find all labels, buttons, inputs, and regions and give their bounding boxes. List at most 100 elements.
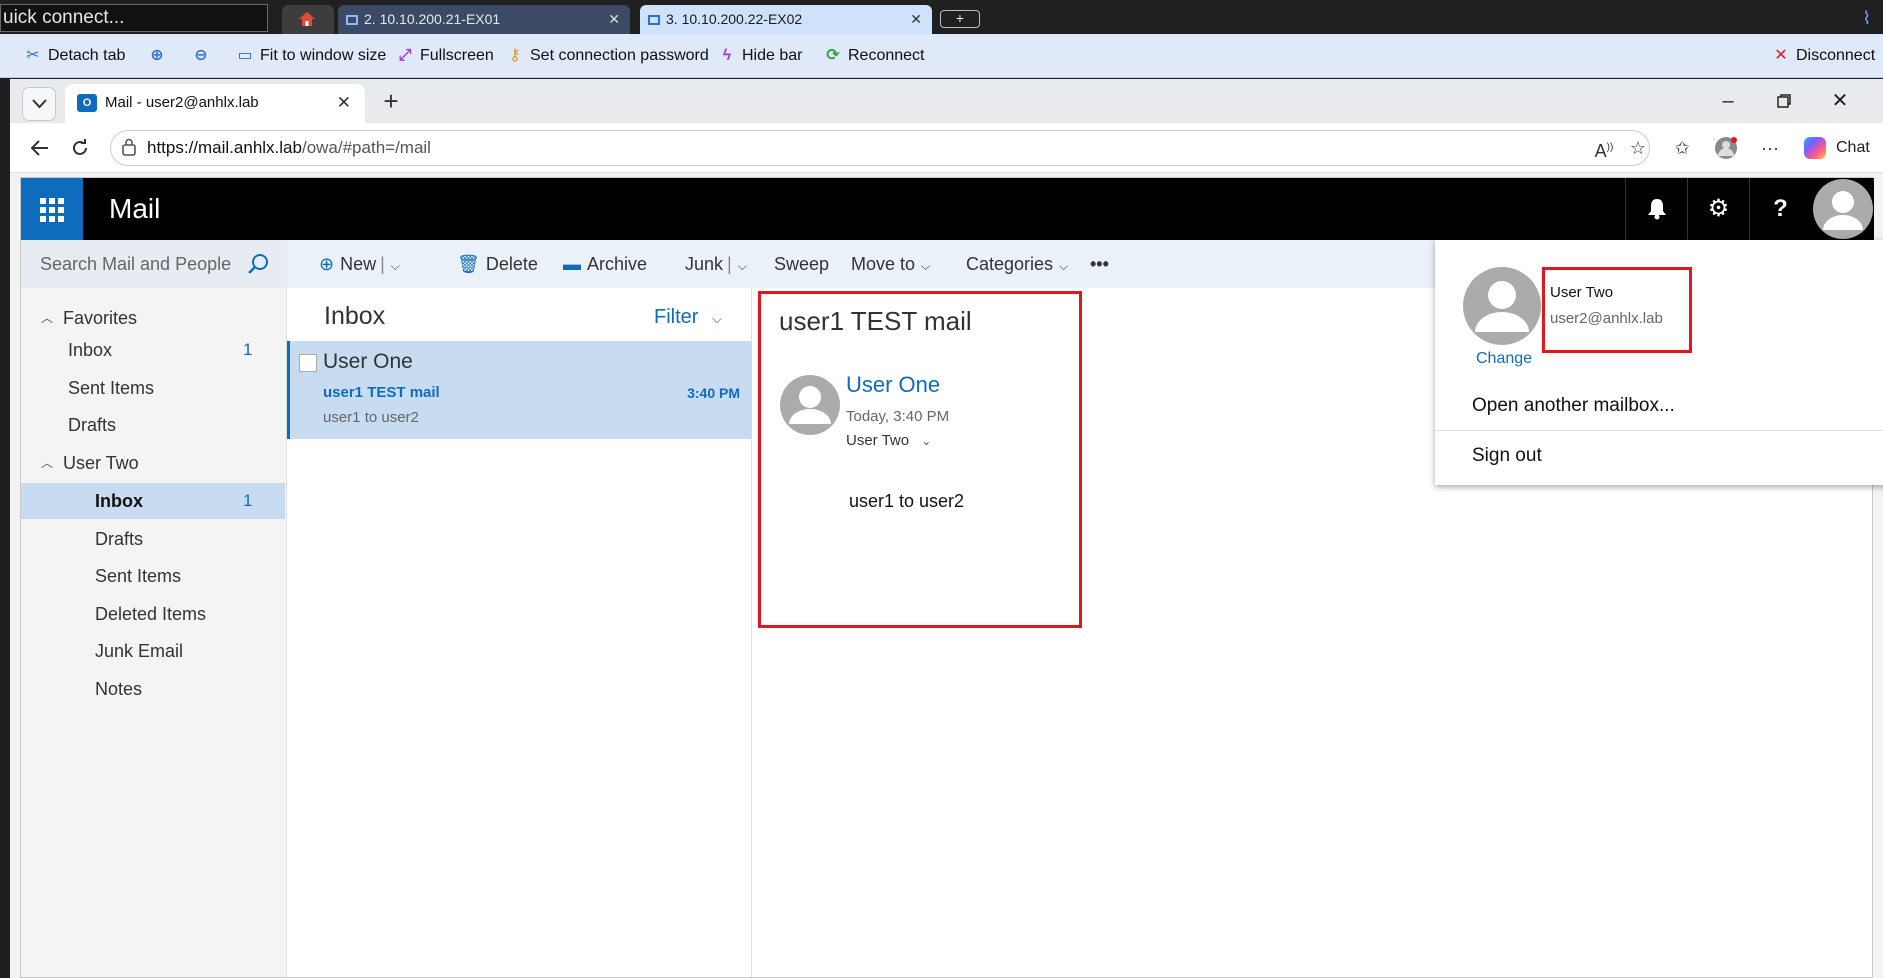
open-another-mailbox-link[interactable]: Open another mailbox... xyxy=(1472,395,1675,417)
rdp-home-tab[interactable] xyxy=(282,5,334,34)
close-icon[interactable]: ✕ xyxy=(910,5,922,34)
sweep-button[interactable]: Sweep xyxy=(774,240,829,288)
mailbox-label: User Two xyxy=(63,453,139,473)
list-item[interactable]: User One user1 TEST mail 3:40 PM user1 t… xyxy=(287,341,752,439)
back-button[interactable] xyxy=(24,132,56,164)
folder-deleted-items[interactable]: Deleted Items xyxy=(21,596,285,632)
close-icon[interactable]: ✕ xyxy=(337,84,351,122)
chevron-down-icon[interactable]: ⌵ xyxy=(738,259,747,273)
owa-header: Mail ⚙ ? xyxy=(21,178,1874,240)
scissors-icon: ✂ xyxy=(26,47,40,64)
refresh-button[interactable] xyxy=(64,132,96,164)
new-label: New xyxy=(340,254,377,274)
zoom-out-button[interactable]: ⊖ xyxy=(192,34,216,78)
favorite-inbox[interactable]: Inbox 1 xyxy=(21,332,285,368)
address-bar: https://mail.anhlx.lab/owa/#path=/mail A… xyxy=(10,123,1883,173)
folder-sent-items[interactable]: Sent Items xyxy=(21,558,285,594)
minimize-button[interactable]: – xyxy=(1700,79,1756,123)
detach-tab-button[interactable]: ✂ Detach tab xyxy=(24,34,125,78)
search-icon[interactable] xyxy=(247,253,269,275)
reconnect-label: Reconnect xyxy=(848,47,925,64)
arrow-left-icon xyxy=(31,140,49,156)
move-to-button[interactable]: Move to ⌵ xyxy=(851,240,930,288)
junk-button[interactable]: Junk | ⌵ xyxy=(685,240,747,288)
folder-notes[interactable]: Notes xyxy=(21,671,285,707)
app-launcher-button[interactable] xyxy=(21,178,83,240)
ellipsis-icon: ••• xyxy=(1090,254,1109,274)
archive-icon: ▬ xyxy=(563,254,581,274)
account-button[interactable] xyxy=(1811,178,1874,240)
favorite-drafts[interactable]: Drafts xyxy=(21,407,285,443)
settings-button[interactable]: ⚙ xyxy=(1687,178,1749,240)
select-checkbox[interactable] xyxy=(299,354,317,372)
lock-icon[interactable] xyxy=(121,138,137,156)
chevron-down-icon: ⌵ xyxy=(1059,259,1069,273)
url-input[interactable]: https://mail.anhlx.lab/owa/#path=/mail xyxy=(110,130,1650,166)
folder-label: Notes xyxy=(95,679,143,699)
search-input[interactable]: Search Mail and People xyxy=(21,240,287,288)
folder-drafts[interactable]: Drafts xyxy=(21,521,285,557)
message-subject: user1 TEST mail xyxy=(323,384,440,401)
delete-button[interactable]: 🗑 Delete xyxy=(457,240,538,288)
sign-out-link[interactable]: Sign out xyxy=(1472,445,1542,467)
favorites-label: Favorites xyxy=(63,308,138,328)
plus-circle-icon: ⊕ xyxy=(319,254,335,274)
copilot-chat-button[interactable]: Chat xyxy=(1800,131,1878,165)
browser-tab-mail[interactable]: O Mail - user2@anhlx.lab ✕ xyxy=(65,84,365,123)
help-button[interactable]: ? xyxy=(1749,178,1811,240)
account-avatar xyxy=(1462,266,1542,346)
fit-to-window-button[interactable]: ▭ Fit to window size xyxy=(236,34,386,78)
more-options-icon[interactable]: ··· xyxy=(1754,132,1786,164)
folder-label: Sent Items xyxy=(95,566,182,586)
star-icon[interactable]: ☆ xyxy=(1622,132,1654,164)
lightning-icon: ϟ xyxy=(722,47,732,64)
set-password-button[interactable]: ⚷ Set connection password xyxy=(506,34,709,78)
rdp-tab-ex01[interactable]: 2. 10.10.200.21-EX01 ✕ xyxy=(338,5,630,34)
app-title: Mail xyxy=(109,193,161,224)
categories-button[interactable]: Categories ⌵ xyxy=(966,240,1068,288)
hide-bar-button[interactable]: ϟ Hide bar xyxy=(718,34,803,78)
url-path: /owa/#path=/mail xyxy=(301,138,431,157)
gear-icon: ⚙ xyxy=(1707,195,1730,222)
detach-tab-label: Detach tab xyxy=(48,47,126,64)
new-tab-button[interactable]: + xyxy=(375,87,407,119)
favorites-icon[interactable]: ✩ xyxy=(1666,132,1698,164)
monitor-icon xyxy=(346,15,358,25)
reconnect-button[interactable]: ⟳ Reconnect xyxy=(824,34,925,78)
notifications-button[interactable] xyxy=(1625,178,1687,240)
rdp-toolbar: ✂ Detach tab ⊕ ⊖ ▭ Fit to window size ⤢ Ful… xyxy=(0,34,1883,78)
waffle-icon xyxy=(40,198,64,222)
archive-button[interactable]: ▬ Archive xyxy=(563,240,647,288)
change-photo-link[interactable]: Change xyxy=(1476,350,1532,368)
close-icon[interactable]: ✕ xyxy=(608,5,620,34)
folder-junk-email[interactable]: Junk Email xyxy=(21,633,285,669)
password-label: Set connection password xyxy=(530,47,709,64)
favorite-sent-items[interactable]: Sent Items xyxy=(21,370,285,406)
chat-label: Chat xyxy=(1836,139,1870,156)
restore-icon xyxy=(1777,94,1791,108)
restore-button[interactable] xyxy=(1756,79,1812,123)
tab-actions-button[interactable] xyxy=(22,87,56,121)
folder-inbox[interactable]: Inbox 1 xyxy=(21,483,285,519)
new-button[interactable]: ⊕ New | ⌵ xyxy=(319,240,400,288)
url-host: https://mail.anhlx.lab xyxy=(147,138,302,157)
rdp-add-tab-button[interactable]: + xyxy=(940,10,980,28)
filter-button[interactable]: Filter ⌵ xyxy=(654,306,722,329)
categories-label: Categories xyxy=(966,254,1054,274)
favorites-header[interactable]: ︿ Favorites xyxy=(21,300,285,336)
profile-icon[interactable] xyxy=(1710,132,1742,164)
disconnect-button[interactable]: ✕ Disconnect xyxy=(1772,34,1875,78)
read-aloud-icon[interactable]: A)) xyxy=(1588,132,1620,164)
chevron-down-icon[interactable]: ⌵ xyxy=(391,259,400,273)
paperclip-icon[interactable]: ⌇ xyxy=(1862,8,1871,29)
rdp-tab-ex02[interactable]: 3. 10.10.200.22-EX02 ✕ xyxy=(640,5,932,34)
folder-label: Drafts xyxy=(68,415,117,435)
folder-label: Drafts xyxy=(95,529,144,549)
zoom-in-button[interactable]: ⊕ xyxy=(148,34,172,78)
mailbox-header[interactable]: ︿ User Two xyxy=(21,445,285,481)
more-actions-button[interactable]: ••• xyxy=(1090,240,1109,288)
close-window-button[interactable]: ✕ xyxy=(1812,79,1868,123)
fullscreen-button[interactable]: ⤢ Fullscreen xyxy=(396,34,494,78)
quick-connect-input[interactable]: uick connect... xyxy=(0,4,268,32)
help-icon: ? xyxy=(1773,195,1788,222)
